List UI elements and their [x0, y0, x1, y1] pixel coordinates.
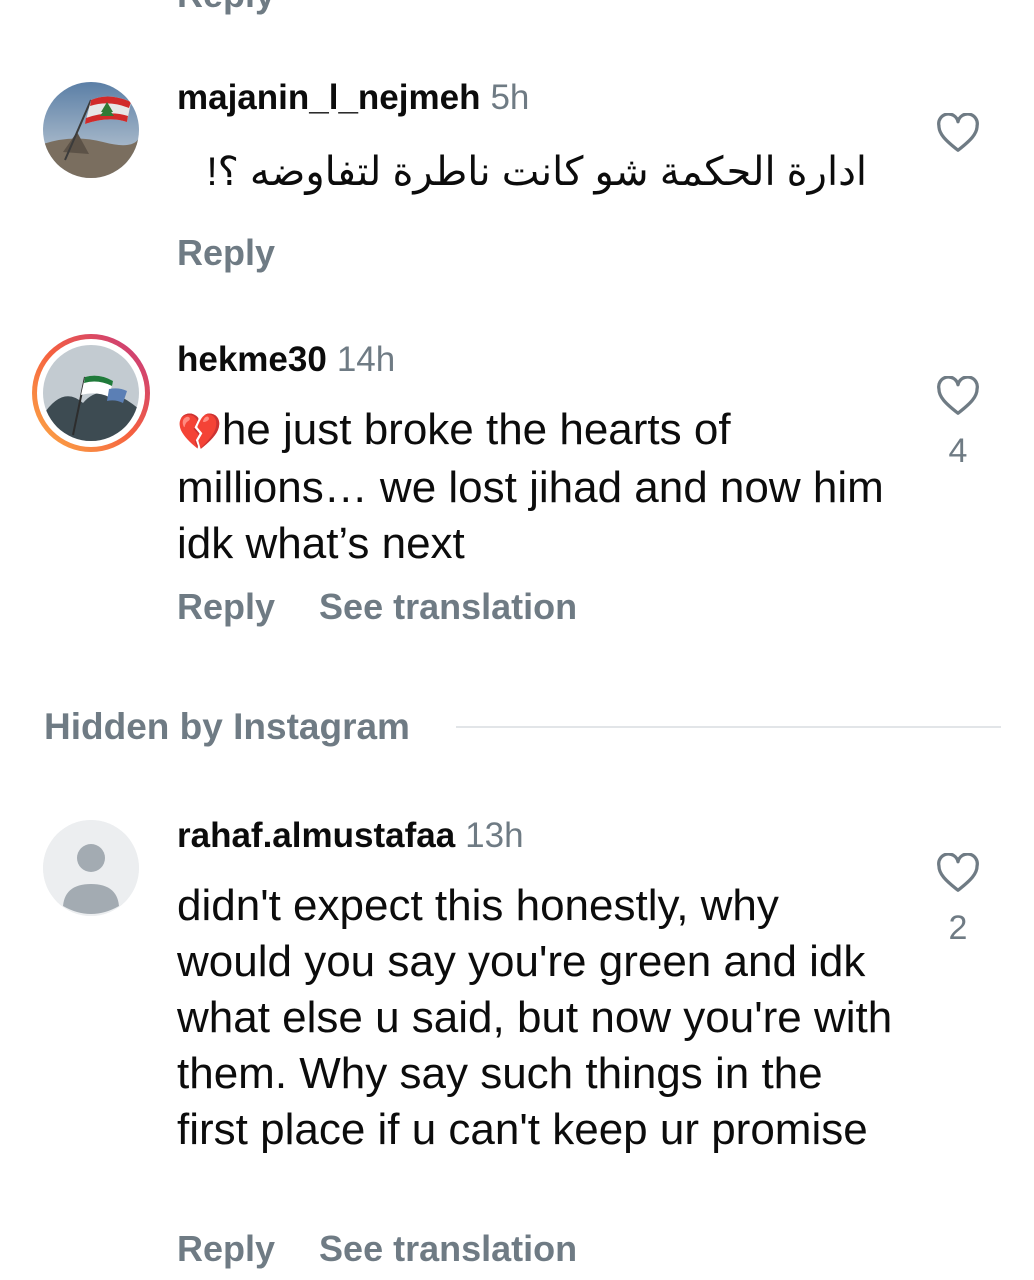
comment-text: didn't expect this honestly, why would y… [177, 881, 893, 1154]
username[interactable]: majanin_l_nejmeh [177, 78, 480, 117]
username[interactable]: hekme30 [177, 340, 327, 379]
reply-button[interactable]: Reply [177, 0, 275, 16]
comment-header: rahaf.almustafaa 13h [177, 816, 524, 856]
avatar[interactable] [43, 820, 139, 916]
reply-button[interactable]: Reply [177, 586, 275, 628]
avatar[interactable] [43, 82, 139, 178]
hidden-section-label[interactable]: Hidden by Instagram [44, 706, 410, 748]
comment-body: 💔he just broke the hearts of millions… w… [177, 402, 897, 572]
timestamp: 5h [490, 78, 530, 117]
comment-actions: Reply See translation [177, 1228, 577, 1270]
heart-outline-icon [937, 113, 979, 152]
avatar-story-ring[interactable] [32, 334, 150, 452]
see-translation-button[interactable]: See translation [319, 1228, 577, 1270]
comment-actions: Reply [177, 232, 275, 274]
timestamp: 14h [336, 340, 396, 379]
flag-avatar-image [43, 345, 139, 441]
hidden-comments-divider[interactable]: Hidden by Instagram [44, 706, 1004, 754]
comment-header: hekme30 14h [177, 340, 395, 380]
reply-button[interactable]: Reply [177, 1228, 275, 1270]
like-button[interactable]: 4 [934, 376, 982, 471]
like-button[interactable] [934, 113, 982, 153]
timestamp: 13h [465, 816, 524, 855]
like-button[interactable]: 2 [934, 853, 982, 948]
comments-screen: Reply majan [0, 0, 1034, 1280]
reply-button[interactable]: Reply [177, 232, 275, 274]
default-avatar-icon [43, 820, 139, 916]
username[interactable]: rahaf.almustafaa [177, 816, 455, 855]
see-translation-button[interactable]: See translation [319, 586, 577, 628]
like-count: 2 [948, 909, 968, 947]
comment-actions: Reply See translation [177, 586, 577, 628]
like-count: 4 [948, 432, 968, 470]
heart-outline-icon [937, 376, 979, 415]
divider-line [456, 726, 1001, 728]
comment-text: he just broke the hearts of millions… we… [177, 405, 884, 568]
comment-text: ادارة الحكمة شو كانت ناطرة لتفاوضه ؟! [206, 150, 867, 194]
broken-heart-emoji: 💔 [177, 411, 222, 452]
heart-outline-icon [937, 853, 979, 892]
comment-header: majanin_l_nejmeh 5h [177, 78, 529, 118]
lebanon-flag-avatar-image [43, 82, 139, 178]
